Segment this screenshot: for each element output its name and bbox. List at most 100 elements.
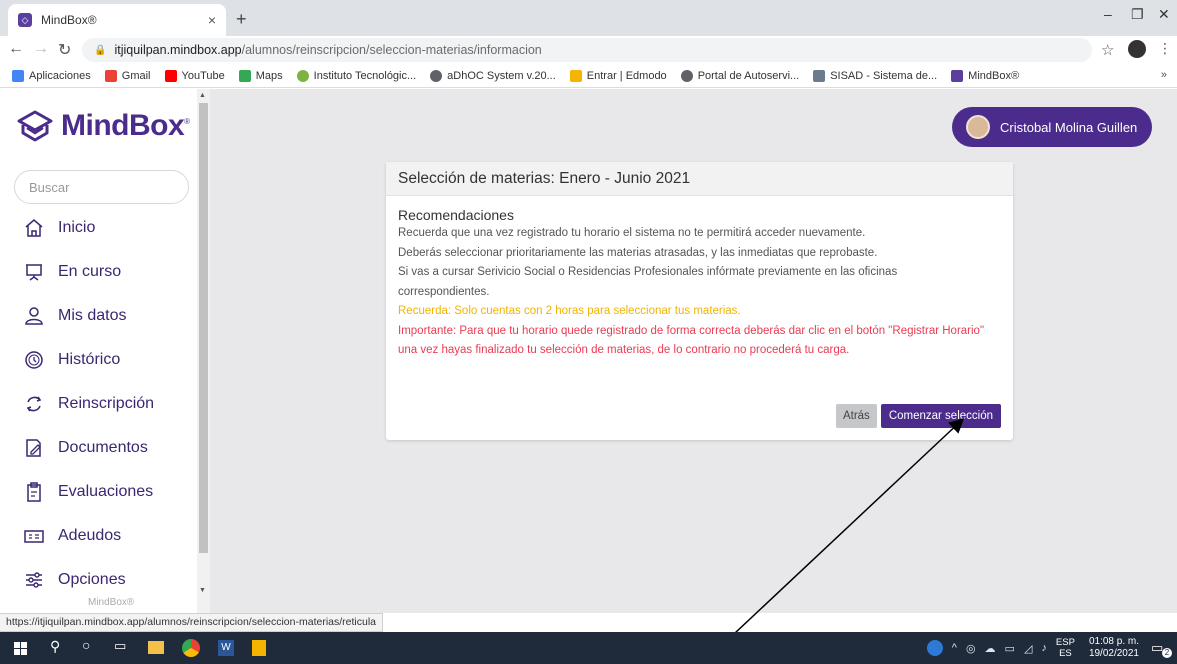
tab-close-icon[interactable]: × bbox=[208, 12, 216, 28]
sidebar-item-adeudos[interactable]: Adeudos bbox=[24, 524, 121, 548]
help-icon[interactable] bbox=[926, 640, 943, 656]
address-bar[interactable]: 🔒 itjiquilpan.mindbox.app/alumnos/reinsc… bbox=[82, 38, 1092, 62]
bookmark-label: Entrar | Edmodo bbox=[586, 69, 667, 82]
gmail-icon bbox=[104, 69, 117, 82]
scroll-down-icon[interactable]: ▼ bbox=[199, 587, 206, 594]
bookmark-item[interactable]: Portal de Autoservi... bbox=[680, 69, 799, 82]
notifications-icon[interactable]: ▭ 2 bbox=[1151, 640, 1172, 658]
globe-icon bbox=[680, 69, 693, 82]
sidebar-item-evaluaciones[interactable]: Evaluaciones bbox=[24, 480, 153, 504]
lang-code: ESP bbox=[1055, 637, 1075, 648]
institute-icon bbox=[296, 69, 309, 82]
url-host: itjiquilpan.mindbox.app bbox=[114, 43, 242, 57]
card-title: Selección de materias: Enero - Junio 202… bbox=[386, 162, 1013, 196]
scroll-up-icon[interactable]: ▲ bbox=[199, 92, 206, 99]
browser-toolbar: ← → ↻ 🔒 itjiquilpan.mindbox.app/alumnos/… bbox=[0, 36, 1177, 64]
bookmark-item[interactable]: MindBox® bbox=[951, 69, 1019, 82]
bookmark-label: Instituto Tecnológic... bbox=[313, 69, 417, 82]
bookmark-item[interactable]: Entrar | Edmodo bbox=[569, 69, 667, 82]
sidebar-scrollbar[interactable]: ▲ ▼ bbox=[197, 89, 210, 613]
user-menu-button[interactable]: Cristobal Molina Guillen bbox=[952, 107, 1152, 147]
bookmark-item[interactable]: Gmail bbox=[104, 69, 151, 82]
logo-text: MindBox bbox=[61, 109, 185, 142]
recommendation-text: Recuerda que una vez registrado tu horar… bbox=[398, 227, 866, 239]
chrome-icon[interactable] bbox=[182, 639, 200, 657]
bookmark-star-icon[interactable]: ☆ bbox=[1101, 41, 1114, 59]
user-name: Cristobal Molina Guillen bbox=[1000, 119, 1138, 135]
sidebar-item-en-curso[interactable]: En curso bbox=[24, 260, 121, 284]
file-explorer-icon[interactable] bbox=[148, 641, 164, 654]
sidebar-item-opciones[interactable]: Opciones bbox=[24, 568, 126, 592]
cloud-icon[interactable]: ☁ bbox=[985, 642, 996, 655]
tab-title: MindBox® bbox=[41, 13, 97, 27]
bookmark-label: YouTube bbox=[181, 69, 225, 82]
sidebar-item-label: Adeudos bbox=[58, 527, 122, 544]
restore-icon[interactable]: ❐ bbox=[1131, 6, 1144, 23]
bookmark-item[interactable]: SISAD - Sistema de... bbox=[813, 69, 938, 82]
windows-start-icon[interactable] bbox=[14, 642, 27, 655]
apps-grid-icon bbox=[12, 69, 24, 82]
reload-icon[interactable]: ↻ bbox=[58, 40, 71, 60]
scrollbar-thumb[interactable] bbox=[199, 103, 208, 553]
sisad-icon bbox=[813, 69, 826, 82]
sidebar-item-documentos[interactable]: Documentos bbox=[24, 436, 148, 460]
bookmark-label: SISAD - Sistema de... bbox=[830, 69, 938, 82]
bookmark-item[interactable]: YouTube bbox=[164, 69, 225, 82]
minimize-icon[interactable]: – bbox=[1104, 6, 1112, 22]
mindbox-favicon-icon: ◇ bbox=[18, 13, 32, 27]
registered-mark: ® bbox=[184, 117, 191, 126]
search-icon[interactable]: ⚲ bbox=[50, 638, 60, 655]
wifi-icon[interactable]: ◿ bbox=[1024, 642, 1032, 655]
sidebar-item-reinscripcion[interactable]: Reinscripción bbox=[24, 392, 154, 416]
new-tab-button[interactable]: + bbox=[236, 9, 247, 30]
mindbox-logo-icon bbox=[17, 110, 53, 142]
folder-app-icon[interactable] bbox=[252, 640, 266, 656]
browser-menu-icon[interactable]: ⋮ bbox=[1158, 40, 1172, 57]
clock[interactable]: 01:08 p. m. 19/02/2021 bbox=[1089, 636, 1139, 660]
sliders-icon bbox=[26, 572, 42, 588]
clock-date: 19/02/2021 bbox=[1088, 648, 1139, 659]
sidebar-item-label: Opciones bbox=[58, 571, 126, 588]
notification-count: 2 bbox=[1162, 648, 1172, 658]
close-window-icon[interactable]: ✕ bbox=[1158, 6, 1170, 23]
chevron-up-icon[interactable]: ^ bbox=[952, 642, 957, 654]
sidebar-item-historico[interactable]: Histórico bbox=[24, 348, 120, 372]
back-arrow-icon[interactable]: ← bbox=[8, 40, 24, 58]
bookmark-item[interactable]: aDhOC System v.20... bbox=[430, 69, 556, 82]
clipboard-icon bbox=[27, 482, 41, 502]
document-edit-icon bbox=[26, 439, 41, 457]
battery-icon[interactable]: ▭ bbox=[1005, 642, 1015, 655]
bookmarks-overflow-icon[interactable]: » bbox=[1161, 69, 1167, 81]
sidebar-item-inicio[interactable]: Inicio bbox=[24, 216, 95, 240]
profile-avatar-icon[interactable] bbox=[1128, 40, 1146, 58]
task-view-icon[interactable]: ▭ bbox=[114, 638, 126, 654]
sidebar-item-label: Mis datos bbox=[58, 307, 127, 324]
card-body: Recomendaciones Recuerda que una vez reg… bbox=[386, 196, 1013, 361]
sidebar-item-label: Evaluaciones bbox=[58, 483, 154, 500]
browser-tab-strip: ◇ MindBox® × + – ❐ ✕ bbox=[0, 0, 1177, 36]
sidebar-item-mis-datos[interactable]: Mis datos bbox=[24, 304, 126, 328]
language-indicator[interactable]: ESP ES bbox=[1056, 637, 1075, 659]
user-icon bbox=[25, 307, 43, 325]
word-icon[interactable]: W bbox=[218, 640, 234, 656]
start-selection-button[interactable]: Comenzar selección bbox=[880, 404, 1001, 428]
bookmark-item[interactable]: Maps bbox=[238, 69, 283, 82]
youtube-icon bbox=[164, 69, 177, 82]
mindbox-logo[interactable]: MindBox ® bbox=[15, 109, 190, 143]
bookmark-item[interactable]: Aplicaciones bbox=[12, 69, 91, 82]
volume-icon[interactable]: ♪ bbox=[1041, 642, 1047, 654]
recommendation-text: Si vas a cursar Serivicio Social o Resid… bbox=[398, 266, 898, 298]
forward-arrow-icon[interactable]: → bbox=[33, 40, 49, 58]
bookmark-item[interactable]: Instituto Tecnológic... bbox=[296, 69, 417, 82]
sync-icon[interactable]: ◎ bbox=[966, 642, 976, 655]
cortana-icon[interactable]: ○ bbox=[82, 637, 90, 653]
browser-tab[interactable]: ◇ MindBox® × bbox=[8, 4, 226, 36]
search-input[interactable] bbox=[14, 170, 189, 204]
home-icon bbox=[25, 219, 43, 237]
clock-time: 01:08 p. m. bbox=[1088, 636, 1139, 647]
money-icon bbox=[24, 530, 44, 543]
bookmarks-bar: Aplicaciones Gmail YouTube Maps Institut… bbox=[0, 64, 1177, 88]
sidebar-footer: MindBox® bbox=[88, 597, 135, 608]
back-button[interactable]: Atrás bbox=[835, 404, 877, 428]
mindbox-favicon-icon bbox=[951, 69, 964, 82]
